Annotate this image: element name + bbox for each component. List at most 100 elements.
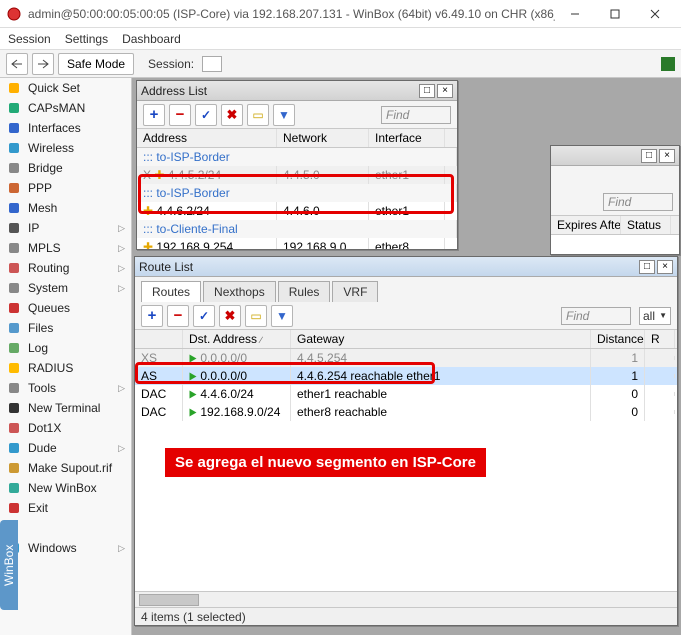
route-list-grid[interactable]: Dst. Address ∕ Gateway Distance R XS 0.0… — [135, 330, 677, 591]
address-list-restore-icon[interactable]: □ — [419, 84, 435, 98]
route-enable-button[interactable]: ✓ — [193, 305, 215, 327]
col-dst-address[interactable]: Dst. Address ∕ — [183, 330, 291, 348]
partial-window-close-icon[interactable]: × — [659, 149, 675, 163]
col-interface[interactable]: Interface — [369, 129, 445, 147]
partial-window-titlebar[interactable]: □ × — [551, 146, 679, 166]
sidebar-item-log[interactable]: Log — [0, 338, 131, 358]
sidebar-item-new-terminal[interactable]: New Terminal — [0, 398, 131, 418]
sidebar-item-files[interactable]: Files — [0, 318, 131, 338]
route-play-icon — [190, 373, 197, 381]
tab-rules[interactable]: Rules — [278, 281, 331, 302]
filter-button[interactable]: ▼ — [273, 104, 295, 126]
route-comment-button[interactable]: ▭ — [245, 305, 267, 327]
redo-button[interactable] — [32, 53, 54, 75]
supout-icon — [6, 460, 22, 476]
route-row[interactable]: DAC 4.4.6.0/24ether1 reachable0 — [135, 385, 677, 403]
sidebar-item-label: Exit — [28, 501, 125, 515]
partial-find-input[interactable]: Find — [603, 193, 673, 211]
sidebar-item-capsman[interactable]: CAPsMAN — [0, 98, 131, 118]
col-status[interactable]: Status — [621, 216, 671, 234]
address-list-grid[interactable]: Address Network Interface ::: to-ISP-Bor… — [137, 129, 457, 249]
route-add-button[interactable]: + — [141, 305, 163, 327]
partial-grid[interactable]: Expires After Status — [551, 216, 679, 254]
tab-routes[interactable]: Routes — [141, 281, 201, 302]
address-row[interactable]: ✚ 4.4.6.2/244.4.6.0ether1 — [137, 202, 457, 220]
route-row[interactable]: AS 0.0.0.0/04.4.6.254 reachable ether11 — [135, 367, 677, 385]
route-list-toolbar: + − ✓ ✖ ▭ ▼ Find all▼ — [135, 302, 677, 330]
route-list-titlebar[interactable]: Route List □ × — [135, 257, 677, 277]
address-list-titlebar[interactable]: Address List □ × — [137, 81, 457, 101]
route-list-scrollbar[interactable] — [135, 591, 677, 607]
address-find-input[interactable]: Find — [381, 106, 451, 124]
window-titlebar: admin@50:00:00:05:00:05 (ISP-Core) via 1… — [0, 0, 681, 28]
comment-button[interactable]: ▭ — [247, 104, 269, 126]
partial-window-restore-icon[interactable]: □ — [641, 149, 657, 163]
chevron-right-icon: ▷ — [118, 543, 125, 554]
sidebar-item-make-supout.rif[interactable]: Make Supout.rif — [0, 458, 131, 478]
sidebar-item-mpls[interactable]: MPLS▷ — [0, 238, 131, 258]
sidebar-item-dude[interactable]: Dude▷ — [0, 438, 131, 458]
route-remove-button[interactable]: − — [167, 305, 189, 327]
col-tag[interactable] — [135, 330, 183, 348]
chevron-right-icon: ▷ — [118, 283, 125, 294]
wand-icon — [6, 80, 22, 96]
sidebar-item-radius[interactable]: RADIUS — [0, 358, 131, 378]
enable-button[interactable]: ✓ — [195, 104, 217, 126]
session-box[interactable] — [202, 56, 222, 72]
sidebar-item-wireless[interactable]: Wireless — [0, 138, 131, 158]
undo-button[interactable] — [6, 53, 28, 75]
sidebar-item-exit[interactable]: Exit — [0, 498, 131, 518]
sidebar-item-quick-set[interactable]: Quick Set — [0, 78, 131, 98]
sidebar-item-system[interactable]: System▷ — [0, 278, 131, 298]
winbox-side-tab[interactable]: WinBox — [0, 520, 18, 610]
col-gateway[interactable]: Gateway — [291, 330, 591, 348]
mesh-icon — [6, 200, 22, 216]
scrollbar-thumb[interactable] — [139, 594, 199, 606]
col-address[interactable]: Address — [137, 129, 277, 147]
sidebar-item-label: Make Supout.rif — [28, 461, 125, 475]
col-distance[interactable]: Distance — [591, 330, 645, 348]
remove-button[interactable]: − — [169, 104, 191, 126]
add-button[interactable]: + — [143, 104, 165, 126]
tab-vrf[interactable]: VRF — [332, 281, 378, 302]
sidebar-item-tools[interactable]: Tools▷ — [0, 378, 131, 398]
route-disable-button[interactable]: ✖ — [219, 305, 241, 327]
sidebar-item-interfaces[interactable]: Interfaces — [0, 118, 131, 138]
sidebar-item-bridge[interactable]: Bridge — [0, 158, 131, 178]
route-list-close-icon[interactable]: × — [657, 260, 673, 274]
route-row[interactable]: XS 0.0.0.0/04.4.5.2541 — [135, 349, 677, 367]
safe-mode-button[interactable]: Safe Mode — [58, 53, 134, 75]
sidebar-item-new-winbox[interactable]: New WinBox — [0, 478, 131, 498]
menu-session[interactable]: Session — [8, 32, 51, 46]
col-network[interactable]: Network — [277, 129, 369, 147]
route-list-restore-icon[interactable]: □ — [639, 260, 655, 274]
sidebar-item-dot1x[interactable]: Dot1X — [0, 418, 131, 438]
col-expires[interactable]: Expires After — [551, 216, 621, 234]
sidebar-item-label: Mesh — [28, 201, 125, 215]
menu-settings[interactable]: Settings — [65, 32, 108, 46]
sidebar-item-queues[interactable]: Queues — [0, 298, 131, 318]
disable-button[interactable]: ✖ — [221, 104, 243, 126]
maximize-button[interactable] — [595, 1, 635, 27]
app-icon — [6, 6, 22, 22]
menu-dashboard[interactable]: Dashboard — [122, 32, 181, 46]
sidebar-item-mesh[interactable]: Mesh — [0, 198, 131, 218]
minimize-button[interactable] — [555, 1, 595, 27]
sidebar-item-label: Dude — [28, 441, 112, 455]
address-row[interactable]: X ✚ 4.4.5.2/244.4.5.0ether1 — [137, 166, 457, 184]
route-row[interactable]: DAC 192.168.9.0/24ether8 reachable0 — [135, 403, 677, 421]
sidebar-item-ppp[interactable]: PPP — [0, 178, 131, 198]
close-button[interactable] — [635, 1, 675, 27]
route-filter-button[interactable]: ▼ — [271, 305, 293, 327]
route-list-status: 4 items (1 selected) — [135, 607, 677, 625]
address-row[interactable]: ✚ 192.168.9.254...192.168.9.0ether8 — [137, 238, 457, 249]
sidebar-item-routing[interactable]: Routing▷ — [0, 258, 131, 278]
address-list-toolbar: + − ✓ ✖ ▭ ▼ Find — [137, 101, 457, 129]
tab-nexthops[interactable]: Nexthops — [203, 281, 276, 302]
col-routing[interactable]: R — [645, 330, 675, 348]
sidebar-item-windows[interactable]: Windows▷ — [0, 538, 131, 558]
address-list-close-icon[interactable]: × — [437, 84, 453, 98]
route-filter-dropdown[interactable]: all▼ — [639, 307, 671, 325]
sidebar-item-ip[interactable]: IP▷ — [0, 218, 131, 238]
route-find-input[interactable]: Find — [561, 307, 631, 325]
